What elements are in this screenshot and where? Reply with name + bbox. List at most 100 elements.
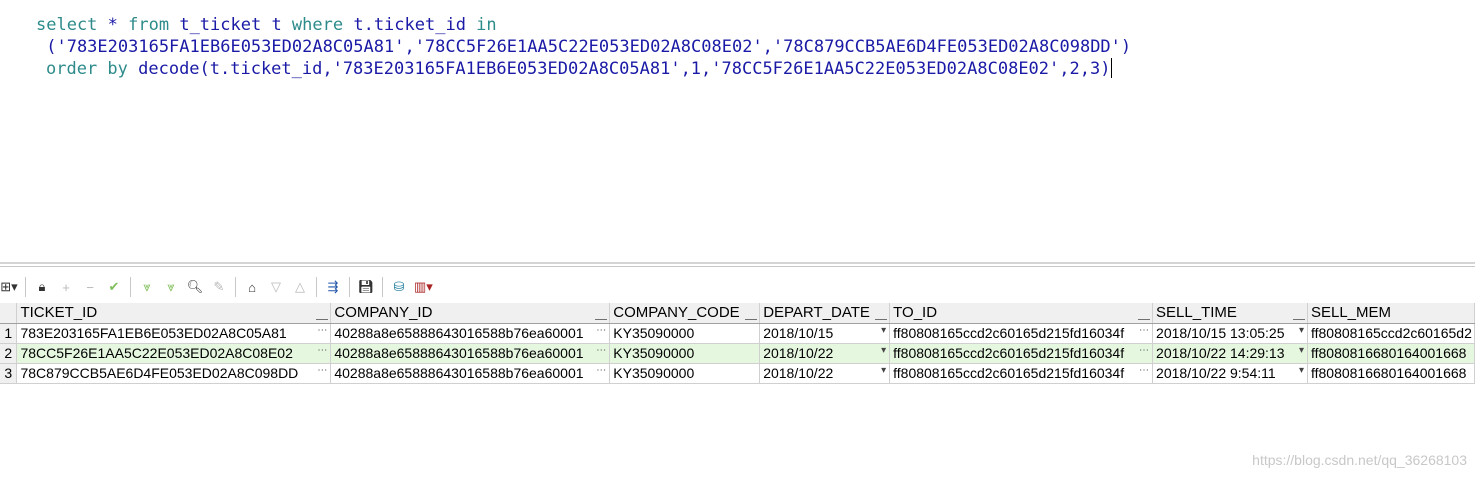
dropdown-icon[interactable]: ▾ bbox=[881, 365, 886, 376]
cell[interactable]: 2018/10/15 13:05:25 ▾ bbox=[1152, 323, 1308, 344]
column-header[interactable]: COMPANY_ID bbox=[330, 303, 611, 324]
sort-icon[interactable] bbox=[1138, 313, 1151, 320]
table-row[interactable]: 1 783E203165FA1EB6E053ED02A8C05A81 ⋯ 4028… bbox=[0, 323, 1475, 344]
sort-icon[interactable] bbox=[316, 313, 329, 320]
cell[interactable]: KY35090000 bbox=[609, 323, 761, 344]
delete-record-icon[interactable]: − bbox=[81, 276, 99, 298]
cell[interactable]: KY35090000 bbox=[609, 343, 761, 364]
ellipsis-icon[interactable]: ⋯ bbox=[1139, 345, 1149, 356]
ellipsis-icon[interactable]: ⋯ bbox=[596, 325, 606, 336]
cell-value: ff80808165ccd2c60165d215fd16034f bbox=[893, 345, 1125, 361]
result-table: TICKET_ID COMPANY_ID COMPANY_CODE DEPART… bbox=[0, 303, 1475, 384]
cell[interactable]: 78CC5F26E1AA5C22E053ED02A8C08E02 ⋯ bbox=[16, 343, 332, 364]
cell[interactable]: 40288a8e65888643016588b76ea60001 ⋯ bbox=[330, 323, 611, 344]
cell[interactable]: 2018/10/22 9:54:11 ▾ bbox=[1152, 363, 1308, 384]
toolbar-separator bbox=[316, 277, 317, 297]
column-header-label: SELL_MEM bbox=[1310, 304, 1392, 322]
save-icon[interactable]: 💾︎ bbox=[357, 276, 375, 298]
chart-icon[interactable]: ▥▾ bbox=[414, 276, 433, 298]
cell[interactable]: ff80808165ccd2c60165d215fd16034f ⋯ bbox=[889, 343, 1154, 364]
row-number: 2 bbox=[0, 343, 18, 364]
table-row[interactable]: 2 78CC5F26E1AA5C22E053ED02A8C08E02 ⋯ 4028… bbox=[0, 343, 1475, 364]
cell[interactable]: 2018/10/22 ▾ bbox=[759, 363, 891, 384]
fetch-all-icon[interactable]: ⩔ bbox=[162, 276, 180, 298]
code-text: t_ticket t bbox=[169, 15, 292, 35]
cell-value: 40288a8e65888643016588b76ea60001 bbox=[334, 365, 584, 381]
text-caret bbox=[1111, 58, 1113, 78]
column-header[interactable]: TO_ID bbox=[889, 303, 1154, 324]
ellipsis-icon[interactable]: ⋯ bbox=[596, 345, 606, 356]
sort-icon[interactable] bbox=[875, 313, 888, 320]
ellipsis-icon[interactable]: ⋯ bbox=[317, 345, 327, 356]
dropdown-icon[interactable]: ▾ bbox=[881, 345, 886, 356]
cell[interactable]: 40288a8e65888643016588b76ea60001 ⋯ bbox=[330, 363, 611, 384]
find-icon[interactable]: 🔍︎ bbox=[186, 276, 204, 298]
cell-value: 2018/10/15 bbox=[763, 325, 834, 341]
cell-value: 40288a8e65888643016588b76ea60001 bbox=[334, 345, 584, 361]
ellipsis-icon[interactable]: ⋯ bbox=[1139, 365, 1149, 376]
lock-icon[interactable]: 🔒︎ bbox=[33, 276, 51, 298]
toolbar-separator bbox=[349, 277, 350, 297]
dropdown-icon[interactable]: ▾ bbox=[881, 325, 886, 336]
dropdown-icon[interactable]: ▾ bbox=[1299, 345, 1304, 356]
cell[interactable]: ff8080816680164001668 bbox=[1307, 343, 1475, 364]
cell[interactable]: KY35090000 bbox=[609, 363, 761, 384]
ellipsis-icon[interactable]: ⋯ bbox=[317, 325, 327, 336]
cell-value: ff8080816680164001668 bbox=[1310, 345, 1467, 361]
filter-up-icon[interactable]: △ bbox=[291, 276, 309, 298]
add-record-icon[interactable]: + bbox=[57, 276, 75, 298]
sql-editor[interactable]: select * from t_ticket t where t.ticket_… bbox=[0, 0, 1475, 262]
export-icon[interactable]: ⇶ bbox=[324, 276, 342, 298]
cell[interactable]: 783E203165FA1EB6E053ED02A8C05A81 ⋯ bbox=[16, 323, 332, 344]
sort-icon[interactable] bbox=[745, 313, 758, 320]
row-number: 3 bbox=[0, 363, 18, 384]
ellipsis-icon[interactable]: ⋯ bbox=[317, 365, 327, 376]
dropdown-icon[interactable]: ▾ bbox=[1299, 325, 1304, 336]
ellipsis-icon[interactable]: ⋯ bbox=[596, 365, 606, 376]
header-row: TICKET_ID COMPANY_ID COMPANY_CODE DEPART… bbox=[0, 303, 1475, 324]
post-record-icon[interactable]: ✔ bbox=[105, 276, 123, 298]
sort-icon[interactable] bbox=[1292, 313, 1305, 320]
pane-splitter[interactable] bbox=[0, 262, 1475, 267]
grid-menu-icon[interactable]: ⊞▾ bbox=[0, 276, 18, 298]
column-header-label: SELL_TIME bbox=[1156, 304, 1237, 322]
filter-down-icon[interactable]: ▽ bbox=[267, 276, 285, 298]
code-text: * bbox=[97, 15, 129, 35]
query-by-example-icon[interactable]: ⌂ bbox=[243, 276, 261, 298]
result-grid: TICKET_ID COMPANY_ID COMPANY_CODE DEPART… bbox=[0, 303, 1475, 384]
cell[interactable]: 78C879CCB5AE6D4FE053ED02A8C098DD ⋯ bbox=[16, 363, 332, 384]
cell-value: 2018/10/15 13:05:25 bbox=[1156, 325, 1285, 341]
dropdown-icon[interactable]: ▾ bbox=[1299, 365, 1304, 376]
data-icon[interactable]: ⛁ bbox=[390, 276, 408, 298]
column-header[interactable]: COMPANY_CODE bbox=[609, 303, 761, 324]
cell[interactable]: 2018/10/22 ▾ bbox=[759, 343, 891, 364]
cell[interactable]: ff80808165ccd2c60165d215fd16034f ⋯ bbox=[889, 323, 1154, 344]
column-header[interactable]: SELL_TIME bbox=[1152, 303, 1308, 324]
cell-value: ff80808165ccd2c60165d2 bbox=[1310, 325, 1472, 341]
sort-icon[interactable] bbox=[595, 313, 608, 320]
keyword: in bbox=[476, 15, 497, 35]
cell[interactable]: ff8080816680164001668 bbox=[1307, 363, 1475, 384]
column-header-label: DEPART_DATE bbox=[763, 304, 870, 322]
sql-line-2: ('783E203165FA1EB6E053ED02A8C05A81','78C… bbox=[36, 37, 1132, 57]
cell-value: 783E203165FA1EB6E053ED02A8C05A81 bbox=[20, 325, 287, 341]
fetch-next-icon[interactable]: ⩔ bbox=[138, 276, 156, 298]
table-row[interactable]: 3 78C879CCB5AE6D4FE053ED02A8C098DD ⋯ 4028… bbox=[0, 363, 1475, 384]
column-header[interactable]: TICKET_ID bbox=[16, 303, 332, 324]
row-number: 1 bbox=[0, 323, 18, 344]
result-toolbar: ⊞▾ 🔒︎ + − ✔ ⩔ ⩔ 🔍︎ ✎ ⌂ ▽ △ ⇶ 💾︎ ⛁ ▥▾ bbox=[0, 272, 1475, 302]
cell[interactable]: 40288a8e65888643016588b76ea60001 ⋯ bbox=[330, 343, 611, 364]
cell-value: 78C879CCB5AE6D4FE053ED02A8C098DD bbox=[20, 365, 299, 381]
cell-value: KY35090000 bbox=[613, 345, 695, 361]
cell-value: 78CC5F26E1AA5C22E053ED02A8C08E02 bbox=[20, 345, 293, 361]
cell[interactable]: ff80808165ccd2c60165d215fd16034f ⋯ bbox=[889, 363, 1154, 384]
cell[interactable]: ff80808165ccd2c60165d2 bbox=[1307, 323, 1475, 344]
ellipsis-icon[interactable]: ⋯ bbox=[1139, 325, 1149, 336]
clear-icon[interactable]: ✎ bbox=[210, 276, 228, 298]
column-header[interactable]: DEPART_DATE bbox=[759, 303, 891, 324]
row-number-header bbox=[0, 303, 18, 324]
column-header[interactable]: SELL_MEM bbox=[1307, 303, 1475, 324]
cell[interactable]: 2018/10/15 ▾ bbox=[759, 323, 891, 344]
cell-value: 2018/10/22 bbox=[763, 345, 834, 361]
cell[interactable]: 2018/10/22 14:29:13 ▾ bbox=[1152, 343, 1308, 364]
